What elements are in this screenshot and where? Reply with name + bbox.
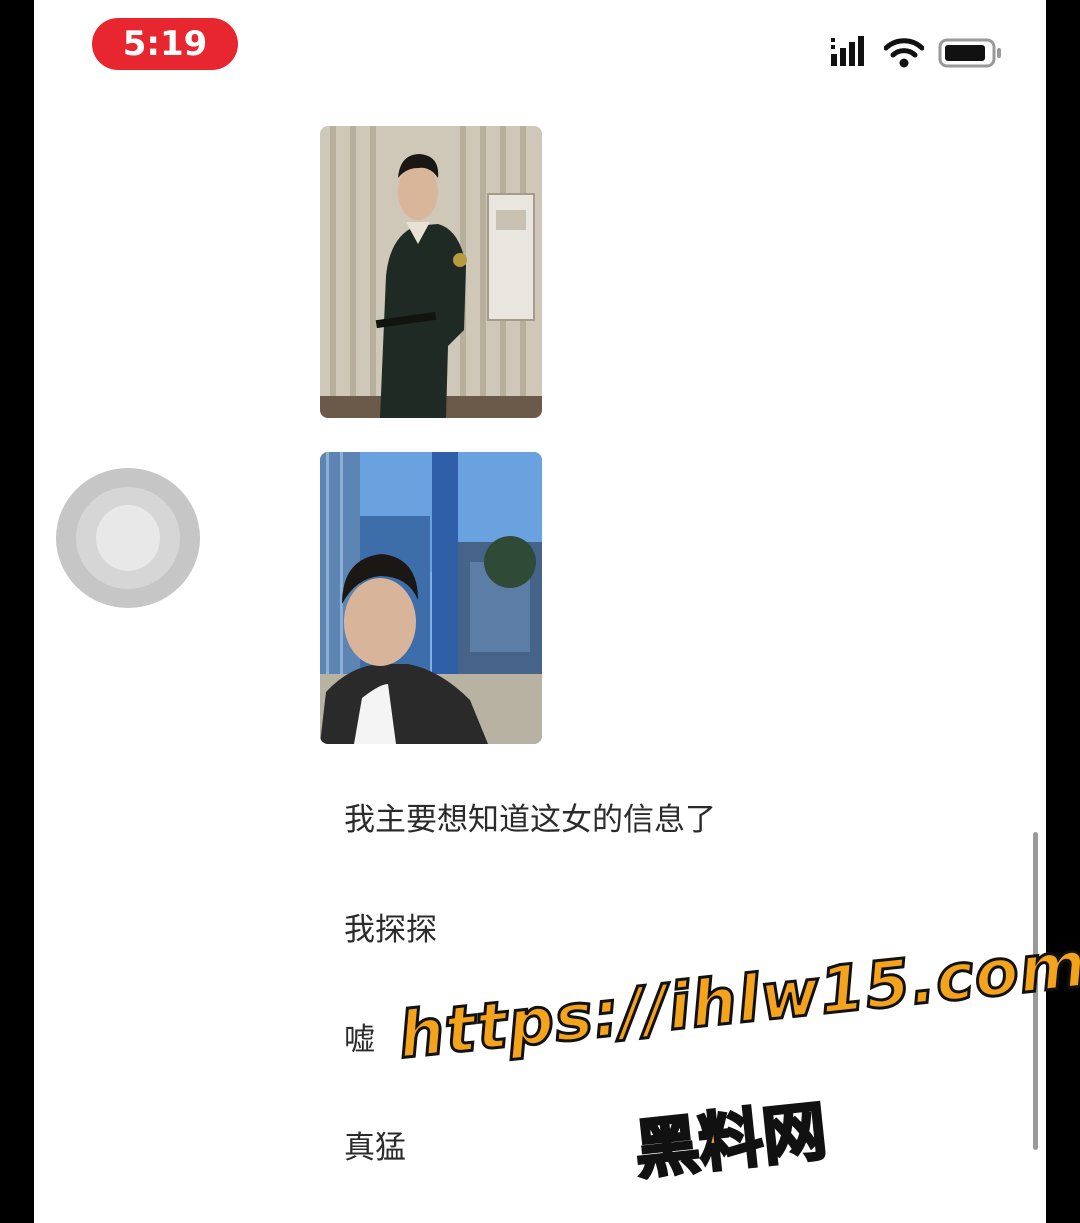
chat-screen: 5:19 我主要想知道这女的信息了 我探探 嘘 真猛 [34, 0, 1046, 1223]
message-bubble: 我探探 [344, 912, 437, 948]
status-icons [830, 34, 1010, 74]
assistive-touch-center [96, 505, 160, 571]
assistive-touch-button[interactable] [56, 468, 200, 608]
wifi-icon [884, 38, 924, 68]
scrollbar[interactable] [1033, 832, 1038, 1150]
photo-soldier-uniform[interactable] [320, 126, 542, 418]
message-bubble: 嘘 [344, 1022, 375, 1058]
message-bubble: 我主要想知道这女的信息了 [344, 802, 716, 838]
cellular-signal-icon [831, 36, 864, 66]
status-time: 5:19 [92, 18, 238, 70]
message-bubble: 真猛 [344, 1130, 406, 1166]
photo-man-selfie-building[interactable] [320, 452, 542, 744]
battery-icon [938, 38, 1001, 68]
